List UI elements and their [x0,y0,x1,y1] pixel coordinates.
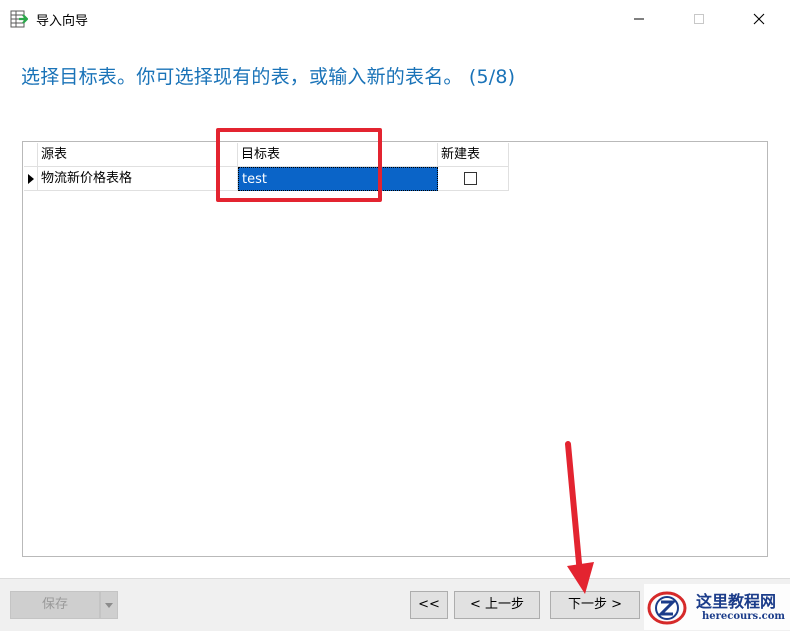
maximize-button[interactable] [676,0,722,38]
watermark-en-text: herecours.com [702,611,786,622]
maximize-icon [694,14,704,24]
watermark-logo-icon [647,591,687,625]
watermark: 这里教程网 herecours.com [644,584,790,630]
next-step-button[interactable]: 下一步 > [550,591,640,619]
watermark-cn-text: 这里教程网 [696,592,777,611]
table-import-icon [10,10,28,28]
chevron-down-icon [105,603,113,608]
table-mapping-grid: 源表 目标表 新建表 物流新价格表格 test [22,141,768,557]
row-header-corner [24,143,38,167]
wizard-instruction: 选择目标表。你可选择现有的表，或输入新的表名。 (5/8) [21,66,516,88]
window-title: 导入向导 [36,14,89,29]
annotation-highlight-box [216,128,382,202]
current-row-arrow-icon [28,174,34,184]
title-bar: 导入向导 [0,0,790,38]
minimize-button[interactable] [616,0,662,38]
new-table-checkbox[interactable] [464,172,477,185]
row-selector[interactable] [24,167,38,191]
column-header-new-table[interactable]: 新建表 [438,143,509,167]
minimize-icon [634,18,644,20]
column-header-source[interactable]: 源表 [38,143,238,167]
close-button[interactable] [736,0,782,38]
first-step-button[interactable]: << [410,591,448,619]
save-button[interactable]: 保存 [10,591,100,619]
close-icon [753,13,765,25]
previous-step-button[interactable]: < 上一步 [454,591,540,619]
new-table-cell[interactable] [438,167,509,191]
save-dropdown-button[interactable] [100,591,118,619]
source-table-cell[interactable]: 物流新价格表格 [38,167,238,191]
